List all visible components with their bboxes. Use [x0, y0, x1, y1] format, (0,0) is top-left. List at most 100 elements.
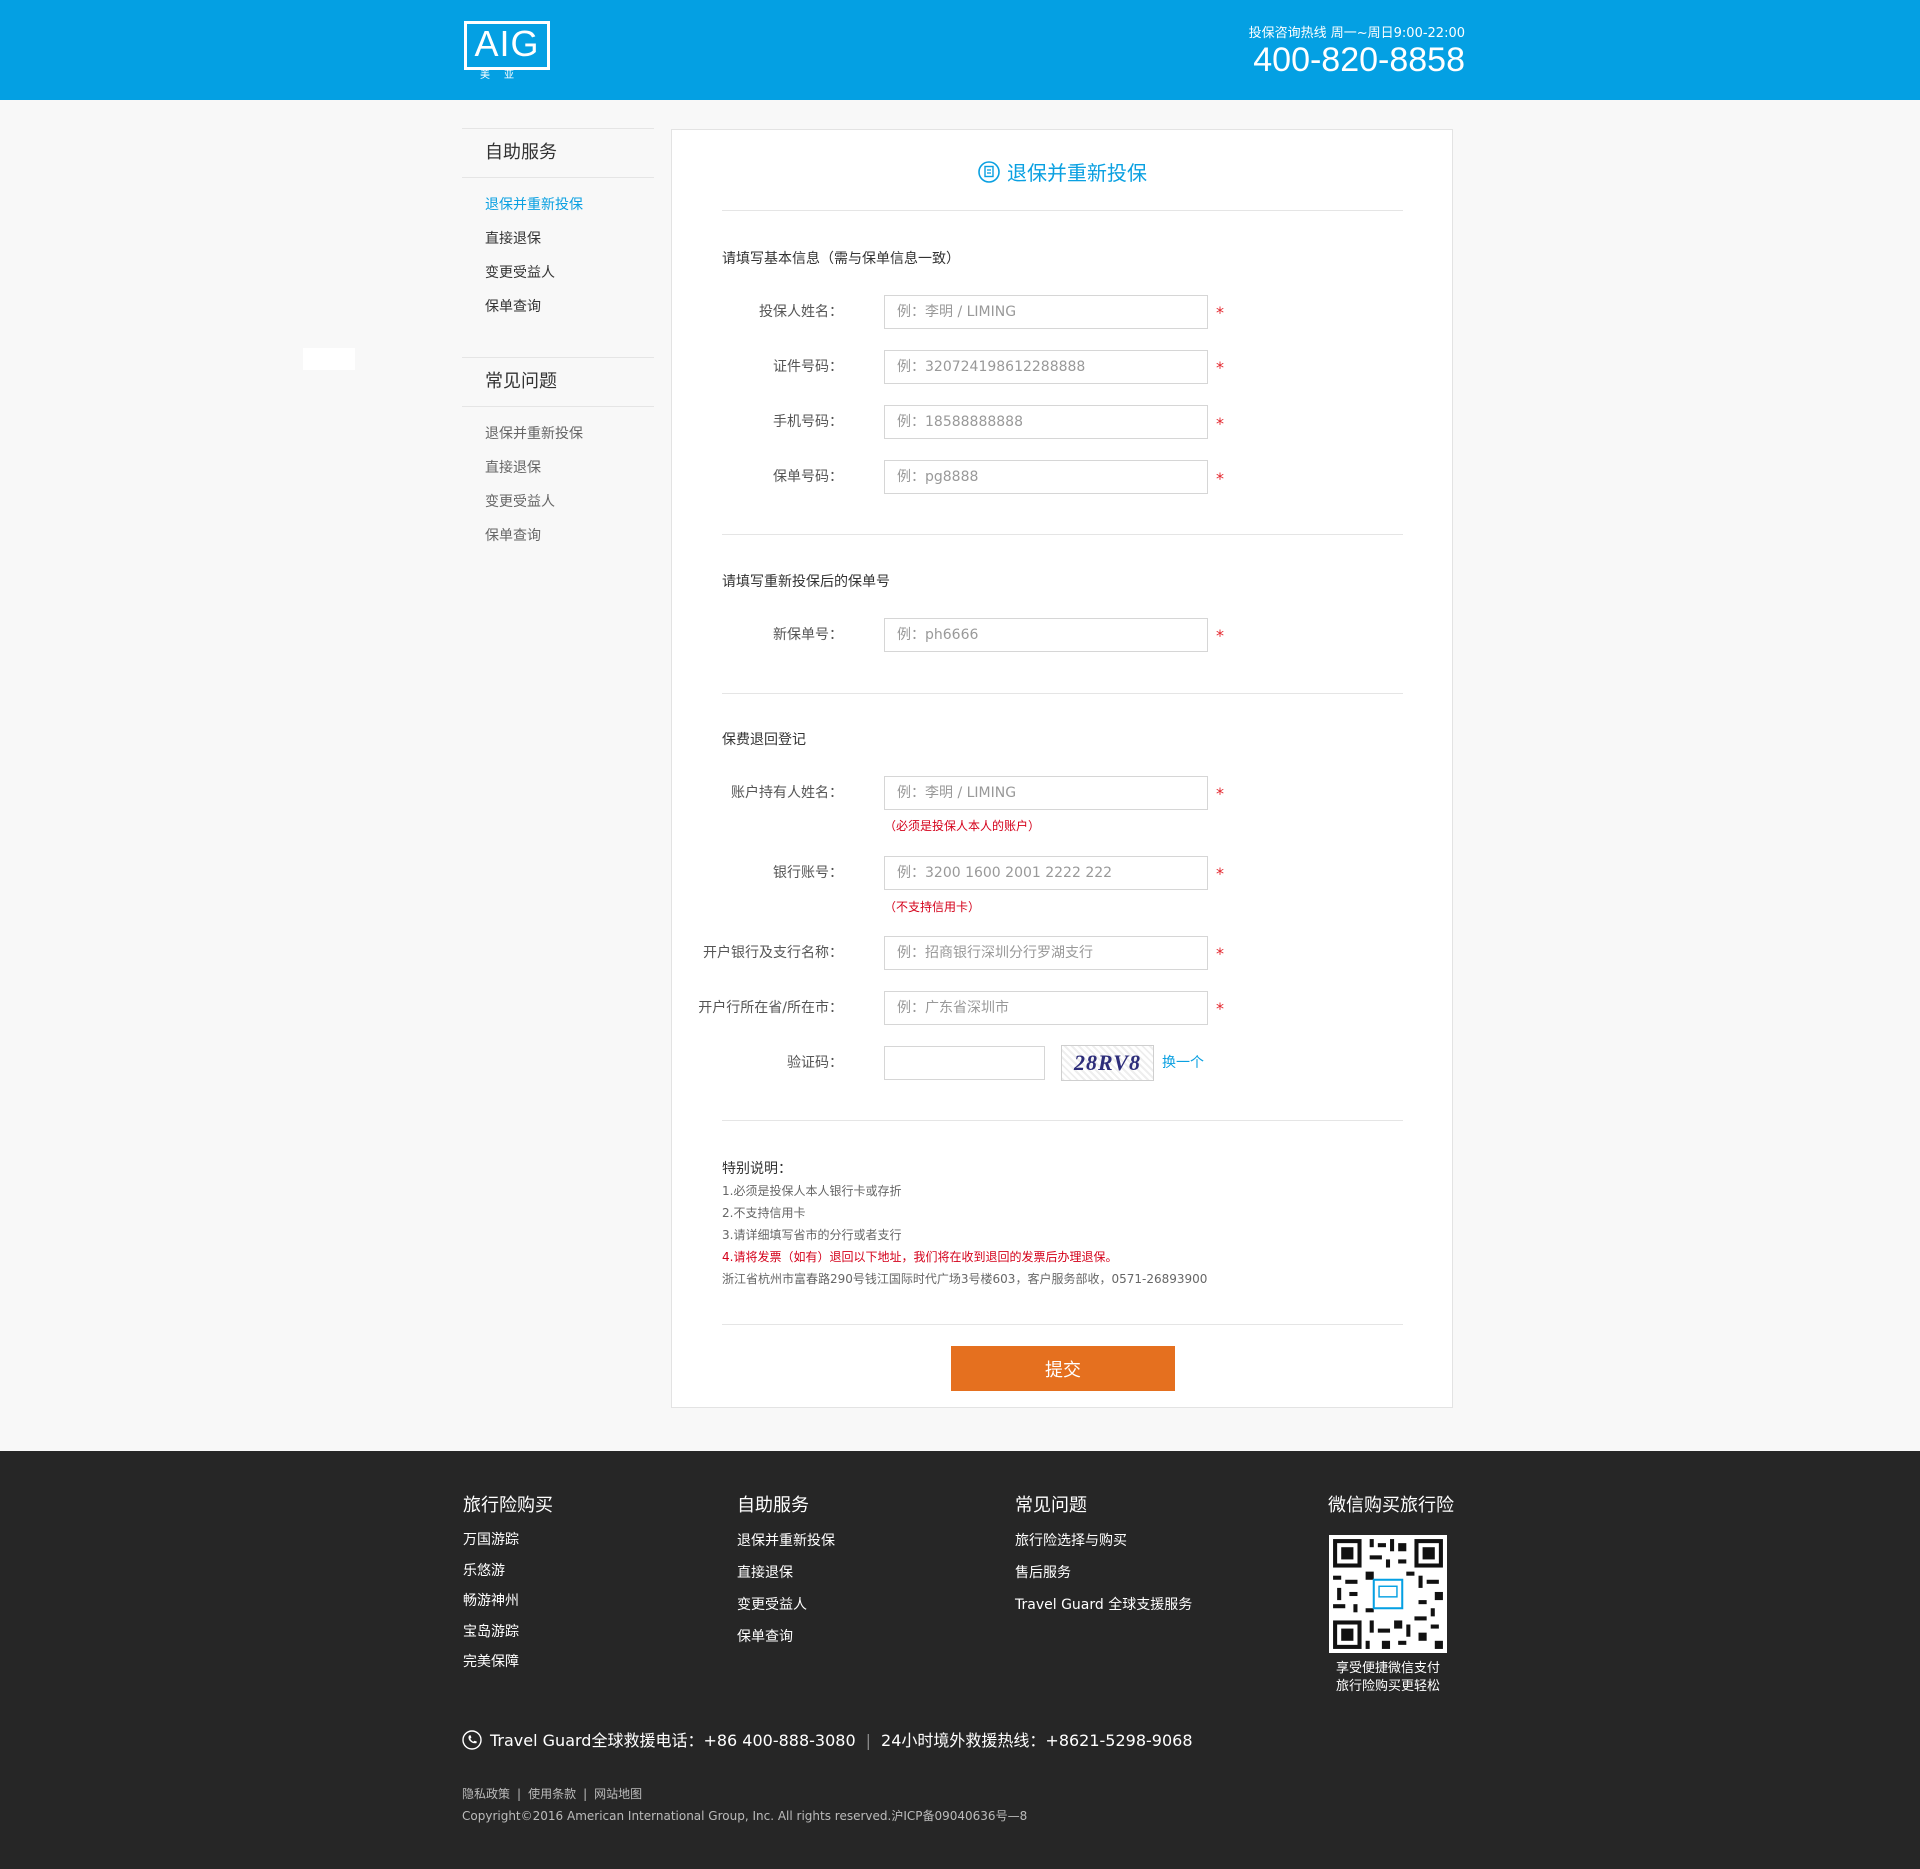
- note-item: 1.必须是投保人本人银行卡或存折: [722, 1184, 902, 1198]
- note-highlight: 4.请将发票（如有）退回以下地址，我们将在收到退回的发票后办理退保。: [722, 1250, 1118, 1264]
- footer-link[interactable]: 万国游踪: [463, 1525, 553, 1556]
- sidebar-item-refund-reinsure[interactable]: 退保并重新投保: [485, 188, 654, 222]
- sidebar-faq: 常见问题 退保并重新投保 直接退保 变更受益人 保单查询: [462, 357, 654, 553]
- section-basic-info: 请填写基本信息（需与保单信息一致）: [722, 251, 960, 267]
- label-bank-location: 开户行所在省/所在市：: [698, 1000, 843, 1016]
- form-title-text: 退保并重新投保: [1007, 161, 1147, 185]
- label-mobile: 手机号码：: [773, 414, 843, 430]
- id-number-input[interactable]: [884, 350, 1208, 384]
- footer-link[interactable]: 退保并重新投保: [737, 1525, 835, 1557]
- sidebar-item-change-beneficiary[interactable]: 变更受益人: [485, 256, 654, 290]
- required-mark: *: [1216, 944, 1224, 963]
- footer-legal-links: 隐私政策 | 使用条款 | 网站地图: [462, 1786, 642, 1802]
- sidebar-item-policy-query[interactable]: 保单查询: [485, 290, 654, 324]
- footer-link[interactable]: 直接退保: [737, 1557, 835, 1589]
- footer-link[interactable]: Travel Guard 全球支援服务: [1015, 1589, 1192, 1621]
- mobile-input[interactable]: [884, 405, 1208, 439]
- required-mark: *: [1216, 303, 1224, 322]
- wechat-qr-code: [1329, 1535, 1447, 1653]
- captcha-image: 28RV8: [1061, 1045, 1154, 1081]
- label-bank-account: 银行账号：: [773, 865, 843, 881]
- footer-link[interactable]: 保单查询: [737, 1621, 835, 1653]
- qr-code-icon: [1329, 1535, 1447, 1653]
- footer-title-self-service: 自助服务: [737, 1495, 809, 1516]
- label-captcha: 验证码：: [787, 1055, 843, 1071]
- footer-link[interactable]: 畅游神州: [463, 1586, 553, 1617]
- footer-link[interactable]: 宝岛游踪: [463, 1617, 553, 1648]
- captcha-input[interactable]: [884, 1046, 1045, 1080]
- qr-caption: 享受便捷微信支付 旅行险购买更轻松: [1310, 1660, 1466, 1696]
- site-header: AIG 美亚 投保咨询热线 周一~周日9:00-22:00 400-820-88…: [0, 0, 1920, 100]
- section-refund: 保费退回登记: [722, 732, 806, 748]
- divider: [722, 534, 1403, 535]
- label-applicant-name: 投保人姓名：: [759, 304, 843, 320]
- separator: |: [583, 1787, 588, 1801]
- footer-col-faq: 常见问题 旅行险选择与购买 售后服务 Travel Guard 全球支援服务: [1015, 1491, 1192, 1621]
- special-notes: 特别说明： 1.必须是投保人本人银行卡或存折 2.不支持信用卡 3.请详细填写省…: [722, 1158, 1207, 1290]
- hotline-number: 400-820-8858: [1253, 41, 1465, 79]
- notes-title: 特别说明：: [722, 1161, 792, 1177]
- required-mark: *: [1216, 784, 1224, 803]
- blank-tile: [303, 348, 355, 370]
- bank-location-input[interactable]: [884, 991, 1208, 1025]
- divider: [722, 210, 1403, 211]
- footer-link[interactable]: 旅行险选择与购买: [1015, 1525, 1192, 1557]
- label-account-holder: 账户持有人姓名：: [731, 785, 843, 801]
- sidebar-faq-refund-reinsure[interactable]: 退保并重新投保: [485, 417, 654, 451]
- required-mark: *: [1216, 469, 1224, 488]
- divider: [722, 1324, 1403, 1325]
- footer-link[interactable]: 售后服务: [1015, 1557, 1192, 1589]
- footer-title-travel: 旅行险购买: [463, 1495, 553, 1516]
- rescue-hotlines: Travel Guard全球救援电话：+86 400-888-3080 | 24小时…: [462, 1730, 1193, 1752]
- required-mark: *: [1216, 414, 1224, 433]
- divider: [722, 1120, 1403, 1121]
- separator: |: [865, 1731, 872, 1750]
- label-policy-number: 保单号码：: [773, 469, 843, 485]
- sitemap-link[interactable]: 网站地图: [594, 1787, 642, 1801]
- footer-link[interactable]: 乐悠游: [463, 1556, 553, 1587]
- sidebar-self-service: 自助服务 退保并重新投保 直接退保 变更受益人 保单查询: [462, 128, 654, 324]
- note-address: 浙江省杭州市富春路290号钱江国际时代广场3号楼603，客户服务部收，0571-…: [722, 1272, 1208, 1286]
- footer-col-travel: 旅行险购买 万国游踪 乐悠游 畅游神州 宝岛游踪 完美保障: [463, 1491, 553, 1678]
- account-holder-input[interactable]: [884, 776, 1208, 810]
- footer-link[interactable]: 变更受益人: [737, 1589, 835, 1621]
- sidebar-faq-direct-refund[interactable]: 直接退保: [485, 451, 654, 485]
- required-mark: *: [1216, 358, 1224, 377]
- privacy-link[interactable]: 隐私政策: [462, 1787, 510, 1801]
- sidebar-faq-change-beneficiary[interactable]: 变更受益人: [485, 485, 654, 519]
- form-title: 退保并重新投保: [672, 160, 1452, 186]
- qr-caption-line: 享受便捷微信支付: [1335, 1661, 1440, 1676]
- label-new-policy: 新保单号：: [773, 627, 843, 643]
- footer-link[interactable]: 完美保障: [463, 1647, 553, 1678]
- sidebar-item-direct-refund[interactable]: 直接退保: [485, 222, 654, 256]
- footer-col-self-service: 自助服务 退保并重新投保 直接退保 变更受益人 保单查询: [737, 1491, 835, 1653]
- hint-bank-account: （不支持信用卡）: [884, 900, 981, 914]
- footer-title-wechat: 微信购买旅行险: [1328, 1495, 1454, 1516]
- logo-subtext: 美亚: [480, 70, 528, 81]
- note-item: 2.不支持信用卡: [722, 1206, 806, 1220]
- note-item: 3.请详细填写省市的分行或者支行: [722, 1228, 902, 1242]
- aig-logo[interactable]: AIG 美亚: [464, 21, 550, 81]
- captcha-refresh-link[interactable]: 换一个: [1162, 1045, 1204, 1081]
- label-id-number: 证件号码：: [773, 359, 843, 375]
- submit-button[interactable]: 提交: [951, 1346, 1175, 1391]
- applicant-name-input[interactable]: [884, 295, 1208, 329]
- rescue-hotline-2: 24小时境外救援热线：+8621-5298-9068: [881, 1731, 1193, 1750]
- policy-number-input[interactable]: [884, 460, 1208, 494]
- required-mark: *: [1216, 999, 1224, 1018]
- rescue-hotline-1: Travel Guard全球救援电话：+86 400-888-3080: [490, 1731, 856, 1750]
- new-policy-input[interactable]: [884, 618, 1208, 652]
- qr-caption-line: 旅行险购买更轻松: [1335, 1679, 1440, 1694]
- terms-link[interactable]: 使用条款: [528, 1787, 576, 1801]
- footer-title-faq: 常见问题: [1015, 1495, 1087, 1516]
- hint-account-holder: （必须是投保人本人的账户）: [884, 819, 1041, 833]
- sidebar-title-faq: 常见问题: [462, 357, 654, 407]
- sidebar-faq-policy-query[interactable]: 保单查询: [485, 519, 654, 553]
- label-bank-branch: 开户银行及支行名称：: [703, 945, 843, 961]
- section-new-policy: 请填写重新投保后的保单号: [722, 574, 890, 590]
- bank-branch-input[interactable]: [884, 936, 1208, 970]
- footer-col-wechat: 微信购买旅行险: [1328, 1491, 1454, 1525]
- sidebar-title-self-service: 自助服务: [462, 128, 654, 178]
- form-card: 退保并重新投保 请填写基本信息（需与保单信息一致） 投保人姓名： * 证件号码：…: [671, 129, 1453, 1408]
- bank-account-input[interactable]: [884, 856, 1208, 890]
